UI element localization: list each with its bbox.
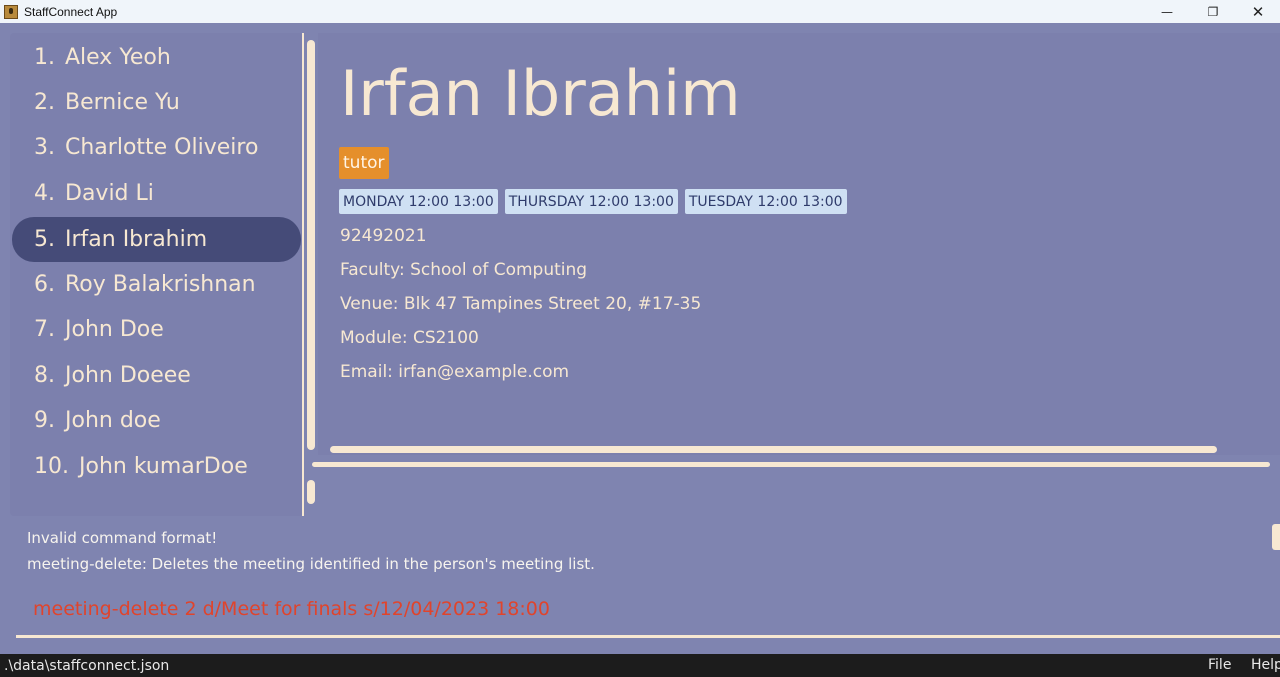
email-text: Email: irfan@example.com bbox=[340, 362, 570, 382]
title-bar: StaffConnect App — ❐ ✕ bbox=[0, 0, 1280, 23]
window-title: StaffConnect App bbox=[24, 4, 118, 19]
phone-text: 92492021 bbox=[340, 226, 427, 246]
module-text: Module: CS2100 bbox=[340, 328, 479, 348]
result-scrollbar[interactable] bbox=[1272, 524, 1280, 550]
person-index: 7. bbox=[34, 317, 55, 342]
person-list-item-selected[interactable]: 5. Irfan Ibrahim bbox=[12, 217, 301, 262]
person-index: 9. bbox=[34, 408, 55, 433]
result-line-error: Invalid command format! bbox=[27, 529, 218, 547]
person-name: Irfan Ibrahim bbox=[65, 227, 208, 252]
person-name: Alex Yeoh bbox=[65, 45, 171, 70]
detail-vertical-scrollbar[interactable] bbox=[307, 40, 315, 450]
person-name: John doe bbox=[65, 408, 161, 433]
person-detail-panel: Irfan Ibrahim tutor MONDAY 12:00 13:00 T… bbox=[318, 33, 1280, 455]
person-index: 10. bbox=[34, 454, 69, 479]
panel-divider[interactable] bbox=[302, 33, 304, 516]
person-list-item[interactable]: 3. Charlotte Oliveiro bbox=[12, 125, 301, 170]
person-name: John kumarDoe bbox=[79, 454, 248, 479]
person-index: 3. bbox=[34, 135, 55, 160]
person-index: 1. bbox=[34, 45, 55, 70]
meeting-list: MONDAY 12:00 13:00 THURSDAY 12:00 13:00 … bbox=[339, 189, 847, 214]
venue-text: Venue: Blk 47 Tampines Street 20, #17-35 bbox=[340, 294, 702, 314]
window-controls: — ❐ ✕ bbox=[1144, 0, 1280, 23]
result-line-usage: meeting-delete: Deletes the meeting iden… bbox=[27, 555, 595, 573]
person-index: 5. bbox=[34, 227, 55, 252]
result-display: Invalid command format! meeting-delete: … bbox=[27, 525, 595, 577]
menu-help[interactable]: Help bbox=[1251, 657, 1280, 673]
faculty-text: Faculty: School of Computing bbox=[340, 260, 588, 280]
minimize-button[interactable]: — bbox=[1144, 0, 1190, 23]
horizontal-divider[interactable] bbox=[312, 462, 1270, 467]
person-list-item[interactable]: 10. John kumarDoe bbox=[12, 444, 301, 489]
person-index: 4. bbox=[34, 181, 55, 206]
person-list-item[interactable]: 4. David Li bbox=[12, 171, 301, 216]
person-list-item[interactable]: 6. Roy Balakrishnan bbox=[12, 262, 301, 307]
person-name: Roy Balakrishnan bbox=[65, 272, 256, 297]
person-index: 6. bbox=[34, 272, 55, 297]
person-list-item[interactable]: 8. John Doeee bbox=[12, 353, 301, 398]
person-name: John Doe bbox=[65, 317, 164, 342]
detail-name: Irfan Ibrahim bbox=[340, 57, 741, 130]
save-file-path: .\data\staffconnect.json bbox=[4, 658, 170, 674]
person-index: 2. bbox=[34, 90, 55, 115]
meeting-badge: MONDAY 12:00 13:00 bbox=[339, 189, 498, 214]
command-input[interactable]: meeting-delete 2 d/Meet for finals s/12/… bbox=[33, 598, 550, 620]
person-name: David Li bbox=[65, 181, 154, 206]
app-icon bbox=[4, 4, 18, 19]
person-list-panel: 1. Alex Yeoh 2. Bernice Yu 3. Charlotte … bbox=[10, 33, 303, 516]
status-bar: .\data\staffconnect.json File Help bbox=[0, 654, 1280, 677]
menu-file[interactable]: File bbox=[1208, 657, 1231, 673]
person-name: John Doeee bbox=[65, 363, 191, 388]
restore-button[interactable]: ❐ bbox=[1190, 0, 1236, 23]
meeting-badge: TUESDAY 12:00 13:00 bbox=[684, 189, 847, 214]
meeting-badge: THURSDAY 12:00 13:00 bbox=[504, 189, 678, 214]
person-name: Charlotte Oliveiro bbox=[65, 135, 259, 160]
tag-badge: tutor bbox=[339, 147, 389, 179]
person-list-item[interactable]: 7. John Doe bbox=[12, 307, 301, 352]
detail-horizontal-scrollbar[interactable] bbox=[330, 446, 1217, 453]
person-list-item[interactable]: 2. Bernice Yu bbox=[12, 80, 301, 125]
command-input-underline bbox=[16, 635, 1280, 638]
person-index: 8. bbox=[34, 363, 55, 388]
lower-scroll-handle[interactable] bbox=[307, 480, 315, 504]
person-name: Bernice Yu bbox=[65, 90, 180, 115]
person-list-item[interactable]: 9. John doe bbox=[12, 398, 301, 443]
person-list-item[interactable]: 1. Alex Yeoh bbox=[12, 35, 301, 80]
close-button[interactable]: ✕ bbox=[1236, 0, 1280, 23]
